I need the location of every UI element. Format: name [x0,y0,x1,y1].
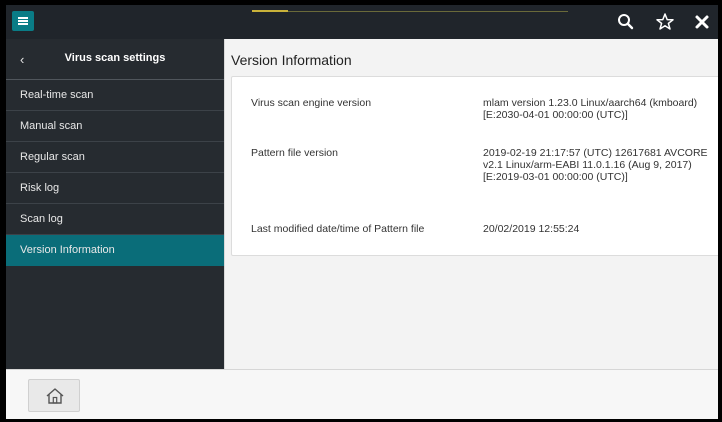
search-icon [618,14,634,30]
pattern-modified-label: Last modified date/time of Pattern file [251,223,425,235]
sidebar-item-regular-scan[interactable]: Regular scan [6,142,224,173]
home-button[interactable] [28,379,80,412]
sidebar-item-label: Regular scan [20,151,85,163]
pattern-file-version-value: 2019-02-19 21:17:57 (UTC) 12617681 AVCOR… [483,147,708,183]
sidebar-item-label: Manual scan [20,120,83,132]
top-accent-mark [252,10,288,12]
version-info-card: Virus scan engine version mlam version 1… [231,76,718,256]
sidebar-item-risk-log[interactable]: Risk log [6,173,224,204]
close-icon [695,15,709,29]
sidebar-header: ‹ Virus scan settings [6,39,224,80]
sidebar: ‹ Virus scan settings Real-time scan Man… [6,39,224,369]
app-frame: ‹ Virus scan settings Real-time scan Man… [6,5,718,419]
sidebar-item-version-information[interactable]: Version Information [6,235,224,266]
main-content: Version Information Virus scan engine ve… [224,39,718,369]
close-button[interactable] [692,12,712,32]
home-icon [46,388,64,404]
sidebar-item-label: Risk log [20,182,60,194]
sidebar-item-label: Version Information [20,244,115,256]
bottom-bar [6,369,718,419]
pattern-modified-value: 20/02/2019 12:55:24 [483,223,580,235]
top-accent-line [288,11,568,12]
search-button[interactable] [616,12,636,32]
engine-version-label: Virus scan engine version [251,97,372,109]
pattern-file-version-label: Pattern file version [251,147,338,159]
menu-button[interactable] [12,11,34,31]
page-title: Version Information [231,52,352,68]
sidebar-item-scan-log[interactable]: Scan log [6,204,224,235]
sidebar-title: Virus scan settings [64,52,166,64]
star-icon [656,13,674,30]
top-bar [6,5,718,39]
engine-version-value: mlam version 1.23.0 Linux/aarch64 (kmboa… [483,97,698,121]
sidebar-item-manual-scan[interactable]: Manual scan [6,111,224,142]
sidebar-item-label: Real-time scan [20,89,94,101]
sidebar-item-label: Scan log [20,213,63,225]
favorite-button[interactable] [655,12,675,32]
sidebar-item-real-time-scan[interactable]: Real-time scan [6,80,224,111]
